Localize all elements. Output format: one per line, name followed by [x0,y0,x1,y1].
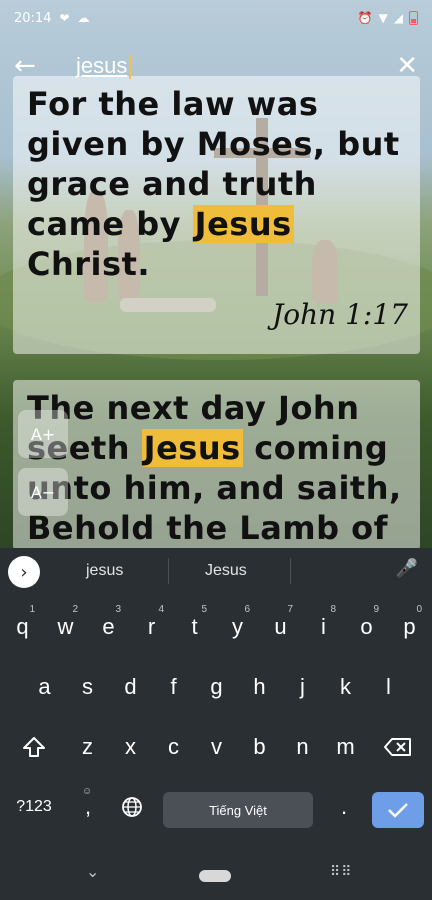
wifi-icon: ▼ [378,11,388,25]
close-icon[interactable]: ✕ [396,53,418,79]
suggestion-divider [290,558,291,584]
key-label: t [191,614,198,639]
status-time: 20:14 [14,10,52,26]
checkmark-icon [388,803,408,818]
verse-text: The next day John seeth Jesus coming unt… [13,380,420,548]
key-hint: 2 [72,604,78,615]
status-bar: 20:14 ❤ ☁ ⏰ ▼ ◢ [0,0,432,36]
signal-icon: ◢ [393,11,403,25]
verse-text: For the law was given by Moses, but grac… [13,76,420,284]
key-j[interactable]: j [282,660,323,714]
backspace-key[interactable] [374,720,422,774]
verse-text-after: Christ. [27,245,151,283]
key-hint: 4 [158,604,164,615]
backspace-icon [384,738,411,756]
shift-icon [23,737,45,757]
key-label: o [360,614,373,639]
key-q[interactable]: q1 [2,600,43,654]
shift-key[interactable] [10,720,58,774]
enter-key[interactable] [372,792,424,828]
verse-card[interactable]: For the law was given by Moses, but grac… [13,76,420,354]
key-hint: 3 [115,604,121,615]
suggestion-item[interactable]: Jesus [205,548,247,594]
chevron-down-icon[interactable]: ⌄ [86,862,99,881]
search-input[interactable]: jesus [76,53,132,79]
key-x[interactable]: x [110,720,151,774]
font-decrease-button[interactable]: A− [18,468,68,516]
battery-low-icon [409,11,418,25]
navigation-bar: ⌄ ⠿⠿ [0,848,432,900]
period-key[interactable]: . [322,780,366,834]
key-d[interactable]: d [110,660,151,714]
key-u[interactable]: u7 [260,600,301,654]
verse-card[interactable]: The next day John seeth Jesus coming unt… [13,380,420,550]
key-row-4: ?123 , ☺ Tiếng Việt . [0,780,432,840]
key-row-2: a s d f g h j k l [0,660,432,720]
emoji-icon: ☺ [82,786,93,797]
key-c[interactable]: c [153,720,194,774]
key-p[interactable]: p0 [389,600,430,654]
key-w[interactable]: w2 [45,600,86,654]
cloud-icon: ☁ [77,11,90,25]
key-n[interactable]: n [282,720,323,774]
key-hint: 8 [330,604,336,615]
key-o[interactable]: o9 [346,600,387,654]
numbers-key[interactable]: ?123 [4,780,64,834]
key-y[interactable]: y6 [217,600,258,654]
key-b[interactable]: b [239,720,280,774]
globe-icon [122,797,142,817]
heart-chat-icon: ❤ [59,11,70,25]
key-h[interactable]: h [239,660,280,714]
key-label: w [57,614,74,639]
microphone-icon[interactable]: 🎤 [396,558,418,579]
key-t[interactable]: t5 [174,600,215,654]
key-z[interactable]: z [67,720,108,774]
key-m[interactable]: m [325,720,366,774]
search-match-highlight: Jesus [192,205,294,243]
key-label: q [16,614,29,639]
language-key[interactable] [112,780,152,834]
key-label: e [102,614,115,639]
on-screen-keyboard: › jesus Jesus 🎤 q1 w2 e3 r4 t5 y6 u7 i8 … [0,548,432,900]
key-f[interactable]: f [153,660,194,714]
key-i[interactable]: i8 [303,600,344,654]
key-r[interactable]: r4 [131,600,172,654]
key-label: y [232,614,243,639]
key-g[interactable]: g [196,660,237,714]
search-match-highlight: Jesus [141,429,243,467]
key-s[interactable]: s [67,660,108,714]
search-bar: ← jesus ✕ [0,44,432,88]
key-label: , [84,794,92,819]
keyboard-grid-icon[interactable]: ⠿⠿ [330,864,353,880]
key-a[interactable]: a [24,660,65,714]
arrow-left-icon[interactable]: ← [14,53,50,79]
verse-reference: John 1:17 [272,298,408,331]
key-hint: 5 [201,604,207,615]
key-label: r [147,614,156,639]
home-pill[interactable] [199,870,231,882]
key-hint: 0 [416,604,422,615]
key-l[interactable]: l [368,660,409,714]
key-row-3: z x c v b n m [0,720,432,780]
key-label: p [403,614,416,639]
key-hint: 9 [373,604,379,615]
font-increase-button[interactable]: A+ [18,410,68,458]
key-hint: 6 [244,604,250,615]
suggestion-divider [168,558,169,584]
alarm-icon: ⏰ [357,11,373,25]
suggestion-item[interactable]: jesus [86,548,123,594]
key-label: u [274,614,287,639]
key-hint: 7 [287,604,293,615]
comma-key[interactable]: , ☺ [66,780,110,834]
chevron-right-icon[interactable]: › [8,556,40,588]
space-key[interactable]: Tiếng Việt [163,792,313,828]
key-hint: 1 [29,604,35,615]
key-row-1: q1 w2 e3 r4 t5 y6 u7 i8 o9 p0 [0,600,432,660]
key-e[interactable]: e3 [88,600,129,654]
key-v[interactable]: v [196,720,237,774]
suggestion-strip: › jesus Jesus 🎤 [0,548,432,594]
key-k[interactable]: k [325,660,366,714]
key-label: i [321,614,326,639]
